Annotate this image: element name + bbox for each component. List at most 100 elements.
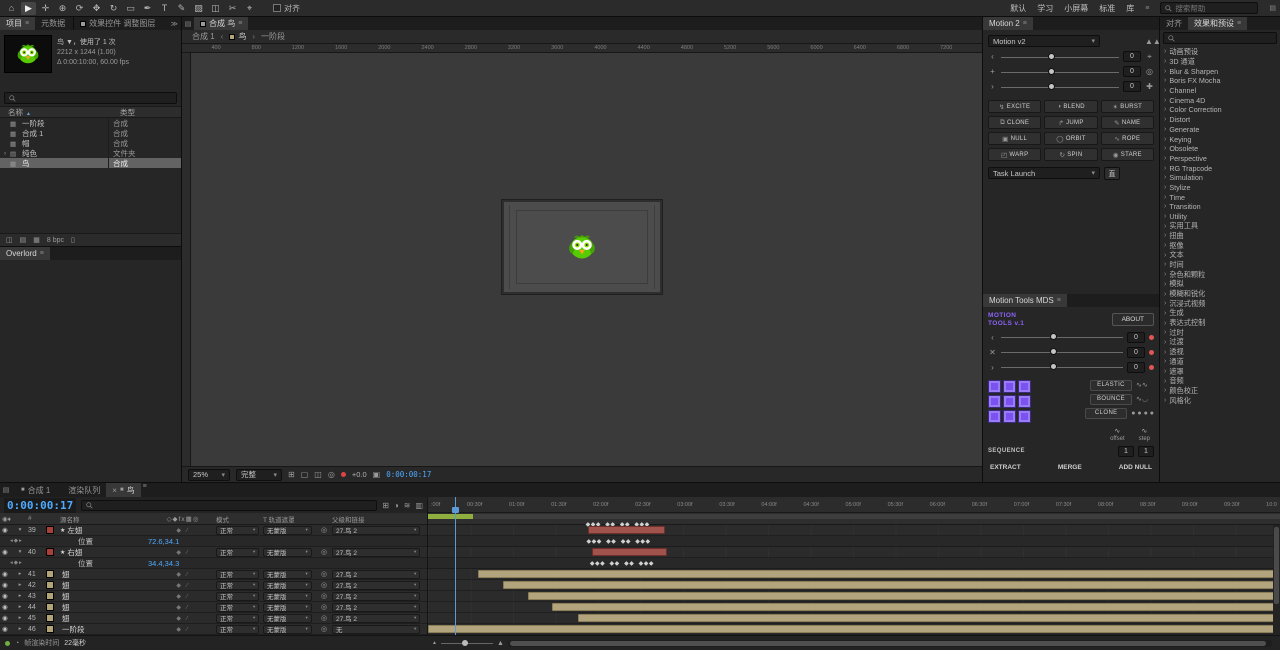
slider-left-icon[interactable]: › (988, 82, 997, 91)
source-name-header[interactable]: 源名称 (60, 514, 150, 524)
tab-project[interactable]: 项目 ≡ (0, 17, 36, 30)
slider-right-icon[interactable]: ⌖ (1145, 52, 1154, 62)
footer-button[interactable]: MERGE (1058, 464, 1082, 471)
tool-button[interactable]: ⌂ (4, 2, 19, 15)
slider-value[interactable]: 0 (1127, 346, 1145, 358)
vertical-ruler[interactable] (182, 53, 191, 466)
preset-square[interactable] (1018, 409, 1031, 423)
layer-row[interactable]: ◉ ◆ ∕ ▾ ▾ ◎ ▾ ◂◆▸ 位置 34.4,34 (0, 558, 427, 569)
visibility-toggle[interactable]: ◉ (0, 581, 8, 589)
track-matte-select[interactable]: 无蒙版 ▾ (263, 580, 312, 590)
slider-left-icon[interactable]: + (988, 67, 997, 76)
twirl-right-icon[interactable]: › (1164, 77, 1166, 84)
tab-composition[interactable]: 合成 鸟 ≡ (194, 17, 249, 30)
tool-button[interactable]: ✎ (174, 2, 189, 15)
layer-switches[interactable]: ◆ ∕ (150, 615, 216, 622)
parent-pickwhip-icon[interactable]: ◎ (316, 548, 332, 556)
zoom-select[interactable]: 25% ▾ (188, 468, 230, 481)
timeline-tab[interactable]: ■ 合成 1 (12, 483, 56, 497)
layer-name[interactable]: 翅 (60, 602, 150, 613)
tool-button[interactable]: ✛ (38, 2, 53, 15)
panel-menu-icon[interactable]: ≡ (143, 483, 147, 497)
work-area-track[interactable] (428, 514, 1280, 519)
timeline-toggle-icon[interactable]: ◑ (394, 501, 399, 510)
vertical-scrollbar[interactable] (1273, 525, 1280, 635)
twirl-toggle[interactable]: ▾ (12, 549, 28, 555)
blend-mode-select[interactable]: 正常 ▾ (216, 591, 260, 601)
blend-mode-select[interactable]: 正常 ▾ (216, 569, 260, 579)
blend-mode-select[interactable]: 正常 ▾ (216, 525, 260, 535)
track-row[interactable]: ◆◆◆ ◆◆ ◆◆ ◆◆◆ (428, 558, 1280, 569)
layer-switches[interactable]: ◆ ∕ (150, 571, 216, 578)
parent-select[interactable]: 27.鸟 2 ▾ (332, 591, 421, 601)
layer-duration-bar[interactable] (588, 526, 665, 534)
visibility-toggle[interactable]: ◉ (0, 592, 8, 600)
twirl-right-icon[interactable]: › (1164, 97, 1166, 104)
work-area-segment[interactable] (428, 514, 473, 519)
twirl-right-icon[interactable]: › (1164, 329, 1166, 336)
task-launch-select[interactable]: Task Launch ▾ (988, 167, 1100, 179)
preset-square[interactable] (1003, 409, 1016, 423)
twirl-right-icon[interactable]: › (1164, 155, 1166, 162)
project-item[interactable]: 帽 合成 (0, 138, 181, 149)
parent-pickwhip-icon[interactable]: ◎ (316, 570, 332, 578)
scrollbar-thumb[interactable] (1274, 527, 1279, 604)
bit-depth[interactable]: 8 bpc (47, 237, 64, 244)
timeline-toggle-icon[interactable]: ▥ (415, 501, 423, 510)
blend-mode-select[interactable]: 正常 ▾ (216, 613, 260, 623)
slider-left-icon[interactable]: ‹ (988, 52, 997, 61)
twirl-right-icon[interactable]: › (1164, 203, 1166, 210)
help-search[interactable] (1160, 2, 1259, 14)
record-dot-icon[interactable] (1149, 364, 1154, 370)
tool-button[interactable]: T (157, 2, 172, 15)
panel-icon[interactable]: ▤ (0, 483, 12, 497)
twirl-toggle[interactable]: ▾ (12, 527, 28, 533)
panel-menu-icon[interactable]: ≡ (40, 250, 44, 257)
twirl-toggle[interactable]: ▸ (12, 582, 28, 588)
layer-switches[interactable]: ◆ ∕ (150, 582, 216, 589)
effects-category[interactable]: › 生成 (1160, 308, 1280, 319)
twirl-toggle[interactable]: ▸ (12, 604, 28, 610)
project-search[interactable] (4, 92, 177, 104)
panel-menu-icon[interactable]: ≡ (1023, 20, 1027, 27)
horizontal-scrollbar[interactable] (507, 639, 1272, 647)
preset-square[interactable] (988, 379, 1001, 393)
twirl-right-icon[interactable]: › (1164, 68, 1166, 75)
effects-category[interactable]: › RG Trapcode (1160, 163, 1280, 173)
twirl-right-icon[interactable]: › (1164, 320, 1166, 327)
effects-category[interactable]: › 音频 (1160, 376, 1280, 386)
layer-name[interactable]: ★ 右翅 (60, 547, 150, 558)
parent-pickwhip-icon[interactable]: ◎ (316, 625, 332, 633)
parent-pickwhip-icon[interactable]: ◎ (316, 614, 332, 622)
track-matte-select[interactable]: 无蒙版 ▾ (263, 547, 312, 557)
nav-forward-icon[interactable]: › (252, 32, 255, 41)
exposure-icon[interactable] (340, 472, 346, 477)
panel-menu-icon[interactable]: ≡ (1057, 297, 1061, 304)
layer-switches[interactable]: ◆ ∕ (150, 549, 216, 556)
label-color-swatch[interactable] (46, 570, 54, 578)
project-item[interactable]: › 纯色 文件夹 (0, 148, 181, 159)
slider[interactable] (1001, 332, 1123, 342)
blend-mode-select[interactable]: 正常 ▾ (216, 547, 260, 557)
effects-category[interactable]: › Keying (1160, 134, 1280, 144)
property-value[interactable]: 34.4,34.3 (148, 558, 179, 568)
twirl-right-icon[interactable]: › (1164, 310, 1166, 317)
layer-duration-bar[interactable] (478, 570, 1275, 578)
motion-button[interactable]: ✶ BURST (1100, 100, 1154, 113)
mask-visibility-icon[interactable]: ◫ (314, 470, 322, 479)
slider[interactable] (1001, 362, 1123, 372)
work-area-band[interactable]: ◆◆◆ ◆◆ ◆◆ ◆◆◆ (428, 513, 1280, 528)
panel-menu-icon[interactable]: ≡ (25, 20, 29, 27)
preset-square[interactable] (1018, 394, 1031, 408)
zoom-out-mountain-icon[interactable]: ▲ (432, 640, 437, 646)
twirl-right-icon[interactable]: › (1164, 339, 1166, 346)
slider-value[interactable]: 0 (1123, 51, 1141, 62)
time-ruler[interactable]: :00f 00:30f 01:00f 01:30f 02:00f 02:30f 03:00f… (428, 497, 1280, 513)
preset-square[interactable] (1003, 379, 1016, 393)
track-matte-select[interactable]: 无蒙版 ▾ (263, 602, 312, 612)
motion-button[interactable]: ◉ STARE (1100, 148, 1154, 161)
new-folder-icon[interactable]: ▤ (20, 236, 27, 244)
track-row[interactable] (428, 580, 1280, 591)
twirl-right-icon[interactable]: › (1164, 136, 1166, 143)
effects-category[interactable]: › Cinema 4D (1160, 95, 1280, 105)
